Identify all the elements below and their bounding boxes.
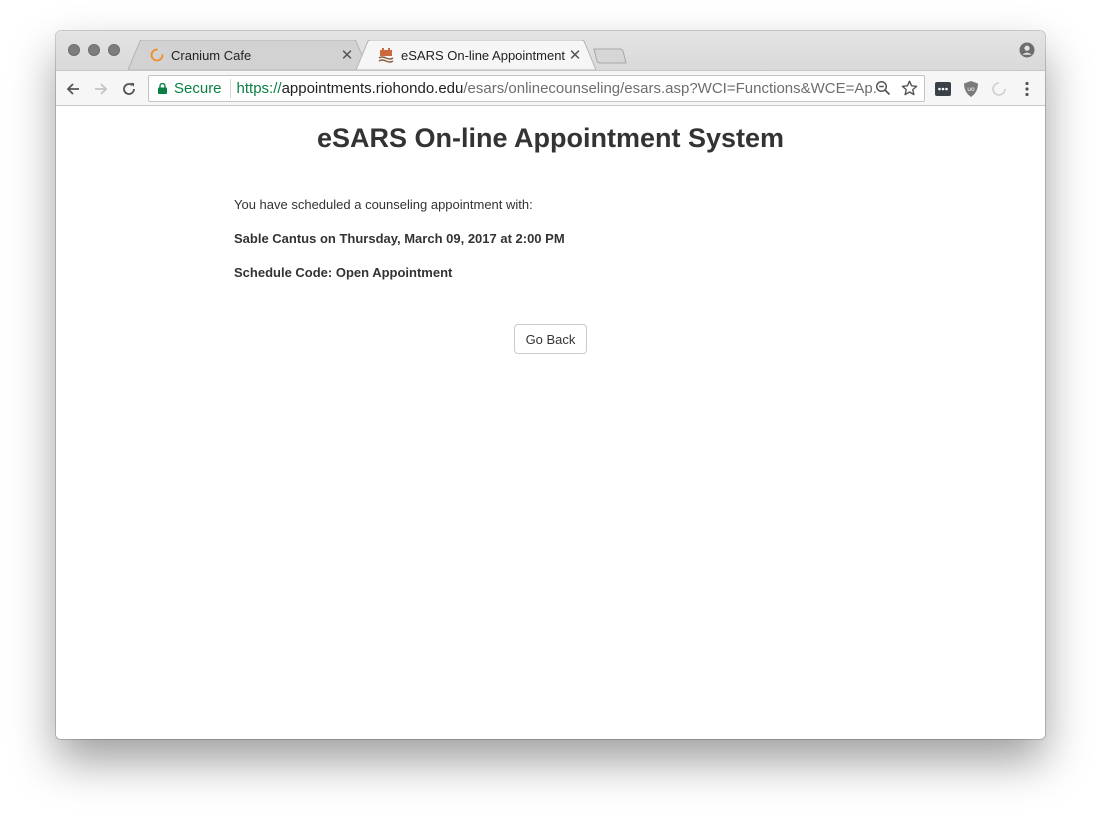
omnibox-divider [229, 79, 231, 98]
appointment-details: Sable Cantus on Thursday, March 09, 2017… [234, 231, 565, 246]
loading-spinner-icon [150, 48, 164, 62]
minimize-window-button[interactable] [88, 44, 100, 56]
confirmation-intro: You have scheduled a counseling appointm… [234, 197, 533, 212]
page-content: eSARS On-line Appointment System You hav… [56, 106, 1045, 739]
forward-button[interactable] [91, 79, 111, 99]
svg-text:uo: uo [967, 86, 975, 93]
loading-extension-icon[interactable] [990, 80, 1008, 98]
zoom-window-button[interactable] [108, 44, 120, 56]
menu-kebab-icon[interactable] [1018, 80, 1036, 98]
schedule-code: Schedule Code: Open Appointment [234, 265, 453, 280]
close-tab-icon[interactable]: ✕ [568, 46, 582, 64]
url-text[interactable]: https://appointments.riohondo.edu/esars/… [237, 80, 877, 97]
new-tab-button[interactable] [592, 47, 628, 65]
secure-label: Secure [174, 80, 222, 97]
reload-button[interactable] [119, 79, 139, 99]
tab-title: eSARS On-line Appointment S [401, 47, 568, 63]
browser-window: Cranium Cafe ✕ eSARS On-line Appointment… [56, 31, 1045, 739]
close-tab-icon[interactable]: ✕ [340, 46, 354, 64]
tab-title: Cranium Cafe [171, 47, 252, 63]
omnibox-actions [875, 80, 918, 96]
address-bar[interactable]: Secure https://appointments.riohondo.edu… [148, 75, 925, 102]
tab-esars[interactable]: eSARS On-line Appointment S ✕ [356, 40, 596, 70]
back-button[interactable] [63, 79, 83, 99]
reload-icon [123, 82, 135, 95]
bookmark-star-icon[interactable] [901, 80, 918, 96]
arrow-left-icon [66, 83, 79, 95]
url-scheme: https:// [236, 80, 282, 97]
college-logo-icon [378, 48, 394, 63]
go-back-button[interactable]: Go Back [514, 324, 587, 354]
browser-toolbar: Secure https://appointments.riohondo.edu… [56, 70, 1045, 106]
profile-icon[interactable] [1019, 42, 1035, 58]
url-path: /esars/onlinecounseling/esars.asp?WCI=Fu… [463, 80, 877, 97]
tab-cranium-cafe[interactable]: Cranium Cafe ✕ [128, 40, 368, 70]
password-manager-extension-icon[interactable] [934, 80, 952, 98]
zoom-out-icon[interactable] [875, 80, 891, 96]
close-window-button[interactable] [68, 44, 80, 56]
arrow-right-icon [95, 83, 108, 95]
lock-icon [158, 83, 167, 94]
ublock-shield-icon[interactable]: uo [962, 80, 980, 98]
page-title: eSARS On-line Appointment System [316, 123, 785, 153]
tab-strip: Cranium Cafe ✕ eSARS On-line Appointment… [56, 31, 1045, 70]
url-host: appointments.riohondo.edu [281, 80, 464, 97]
